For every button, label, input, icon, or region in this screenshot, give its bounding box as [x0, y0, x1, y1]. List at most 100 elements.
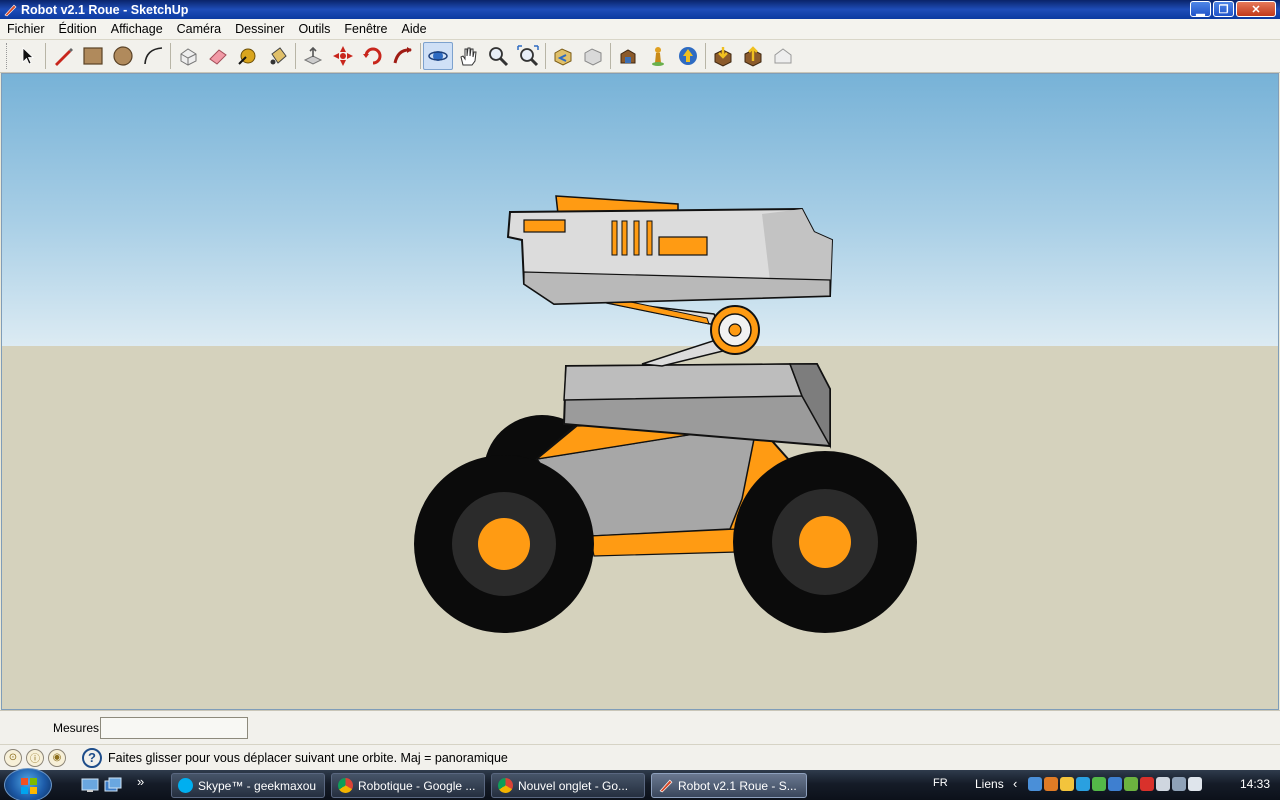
push-pull-icon: [303, 46, 323, 65]
pan-tool-button[interactable]: [453, 42, 483, 70]
measurements-input[interactable]: [100, 717, 248, 739]
maximize-button[interactable]: ❐: [1213, 1, 1234, 17]
head-orange-panel: [523, 219, 566, 233]
arc-icon: [144, 47, 163, 65]
previous-view-icon: [554, 48, 572, 66]
toolbar-separator: [170, 43, 171, 69]
position-camera-button[interactable]: [643, 42, 673, 70]
line-tool-button[interactable]: [48, 42, 78, 70]
tray-device-icon[interactable]: [1156, 777, 1170, 791]
show-desktop-icon[interactable]: [81, 777, 99, 793]
tape-measure-button[interactable]: [233, 42, 263, 70]
task-label: Nouvel onglet - Go...: [518, 778, 629, 793]
share-model-icon: [744, 46, 762, 67]
share-model-button[interactable]: [738, 42, 768, 70]
zoom-tool-button[interactable]: [483, 42, 513, 70]
walk-tool-button[interactable]: [673, 42, 703, 70]
select-tool-icon: [22, 47, 35, 65]
system-tray: [1028, 777, 1202, 791]
tray-shield-icon[interactable]: [1060, 777, 1074, 791]
robot-model[interactable]: [2, 74, 1279, 710]
clock[interactable]: 14:33: [1240, 777, 1270, 791]
menu-edition[interactable]: Édition: [52, 22, 104, 36]
pan-icon: [460, 47, 477, 66]
toolbar-separator: [420, 43, 421, 69]
menu-camera[interactable]: Caméra: [170, 22, 228, 36]
switch-windows-icon[interactable]: [104, 777, 122, 793]
paint-bucket-icon: [270, 47, 287, 65]
skype-icon: [178, 778, 193, 793]
task-chrome-new-tab[interactable]: Nouvel onglet - Go...: [491, 773, 645, 798]
tray-network-icon[interactable]: [1028, 777, 1042, 791]
select-tool-button[interactable]: [13, 42, 43, 70]
rectangle-tool-button[interactable]: [78, 42, 108, 70]
next-view-button[interactable]: [578, 42, 608, 70]
sketchup-app-icon: [4, 4, 17, 16]
next-view-icon: [584, 48, 602, 66]
eraser-tool-button[interactable]: [203, 42, 233, 70]
tray-monitor-icon[interactable]: [1172, 777, 1186, 791]
status-bar: ⊙ ⓘ ◉ ? Faites glisser pour vous déplace…: [0, 744, 1280, 770]
links-toolbar[interactable]: Liens: [975, 777, 1004, 791]
toolbar-separator: [545, 43, 546, 69]
task-label: Skype™ - geekmaxou: [198, 778, 317, 793]
sketchup-icon: [659, 779, 673, 793]
tray-antivirus-icon[interactable]: [1140, 777, 1154, 791]
3d-warehouse-button[interactable]: [613, 42, 643, 70]
3d-warehouse-icon: [620, 49, 636, 64]
tray-volume-icon[interactable]: [1188, 777, 1202, 791]
menu-aide[interactable]: Aide: [395, 22, 434, 36]
rotate-tool-button[interactable]: [358, 42, 388, 70]
circle-icon: [113, 46, 133, 66]
zoom-extents-button[interactable]: [513, 42, 543, 70]
close-button[interactable]: ✕: [1236, 1, 1276, 17]
help-icon[interactable]: ?: [82, 747, 102, 768]
previous-view-button[interactable]: [548, 42, 578, 70]
menu-fichier[interactable]: Fichier: [0, 22, 52, 36]
tray-skype-icon[interactable]: [1076, 777, 1090, 791]
orbit-tool-button[interactable]: [423, 42, 453, 70]
task-chrome-robotique[interactable]: Robotique - Google ...: [331, 773, 485, 798]
arc-tool-button[interactable]: [138, 42, 168, 70]
menu-fenetre[interactable]: Fenêtre: [337, 22, 394, 36]
move-icon: [333, 46, 353, 66]
toolbar-grip[interactable]: [6, 43, 9, 69]
tray-globe-icon[interactable]: [1108, 777, 1122, 791]
task-skype[interactable]: Skype™ - geekmaxou: [171, 773, 325, 798]
drawing-viewport[interactable]: [1, 73, 1279, 710]
user-icon[interactable]: ◉: [48, 748, 66, 767]
minimize-button[interactable]: ▁: [1190, 1, 1211, 17]
tape-measure-icon: [238, 48, 256, 65]
head-vent-4: [646, 220, 653, 256]
menu-affichage[interactable]: Affichage: [104, 22, 170, 36]
head-vent-1: [611, 220, 618, 256]
task-sketchup[interactable]: Robot v2.1 Roue - S...: [651, 773, 807, 798]
tray-update-icon[interactable]: [1124, 777, 1138, 791]
get-models-button[interactable]: [708, 42, 738, 70]
zoom-icon: [489, 47, 509, 67]
circle-tool-button[interactable]: [108, 42, 138, 70]
language-indicator[interactable]: FR: [933, 777, 948, 789]
paint-bucket-button[interactable]: [263, 42, 293, 70]
make-component-button[interactable]: [173, 42, 203, 70]
orbit-icon: [428, 51, 448, 61]
menu-dessiner[interactable]: Dessiner: [228, 22, 291, 36]
tray-sync-icon[interactable]: [1092, 777, 1106, 791]
follow-me-button[interactable]: [388, 42, 418, 70]
pencil-line-icon: [55, 48, 73, 66]
rectangle-icon: [83, 47, 103, 65]
taskbar: » Skype™ - geekmaxou Robotique - Google …: [0, 768, 1280, 800]
geo-location-icon[interactable]: ⊙: [4, 748, 22, 767]
links-chevron-icon[interactable]: ‹: [1013, 776, 1017, 791]
move-tool-button[interactable]: [328, 42, 358, 70]
tray-app-icon[interactable]: [1044, 777, 1058, 791]
head-orange-window: [658, 236, 708, 256]
get-models-icon: [714, 47, 732, 67]
credits-icon[interactable]: ⓘ: [26, 748, 44, 767]
push-pull-button[interactable]: [298, 42, 328, 70]
measurements-label: Mesures: [53, 721, 100, 735]
start-button[interactable]: [4, 768, 52, 800]
quicklaunch-more-icon[interactable]: »: [137, 774, 144, 789]
share-component-button[interactable]: [768, 42, 798, 70]
menu-outils[interactable]: Outils: [291, 22, 337, 36]
